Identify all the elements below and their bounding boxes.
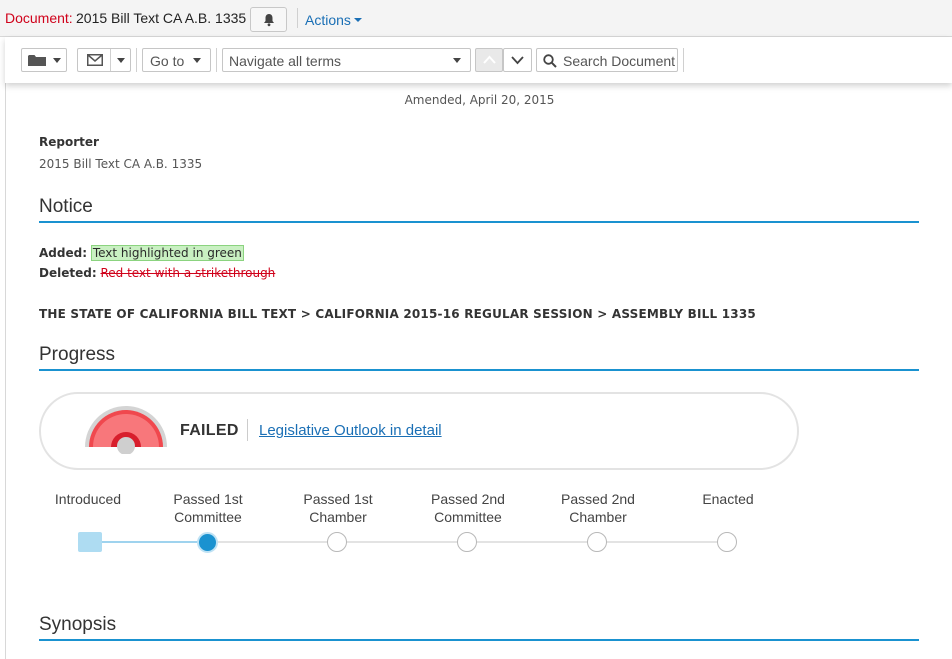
stage-introduced: Introduced	[28, 490, 148, 508]
progress-heading: Progress	[39, 344, 116, 365]
chevron-up-icon	[483, 55, 496, 64]
chevron-down-icon	[453, 58, 461, 63]
search-document-button[interactable]: Search Document	[536, 48, 678, 72]
mail-icon	[87, 54, 103, 66]
chevron-down-icon	[353, 18, 362, 22]
goto-label: Go to	[150, 53, 185, 69]
stage-label-line1: Enacted	[702, 491, 754, 507]
stage-label-line2: Committee	[174, 509, 242, 525]
deleted-sample: Red text with a strikethrough	[100, 266, 276, 280]
toolbar-divider	[216, 48, 217, 72]
reporter-heading: Reporter	[39, 135, 99, 149]
stage-label-line2: Chamber	[309, 509, 367, 525]
stage-passed-2nd-committee: Passed 2nd Committee	[408, 490, 528, 526]
actions-menu[interactable]: Actions	[305, 12, 362, 28]
status-failed: FAILED	[180, 422, 239, 439]
stage-passed-2nd-chamber: Passed 2nd Chamber	[538, 490, 658, 526]
chevron-down-icon[interactable]	[117, 58, 125, 63]
stage-label-line2: Committee	[434, 509, 502, 525]
stage-label-line1: Passed 2nd	[431, 491, 505, 507]
added-label: Added:	[39, 246, 87, 260]
bell-icon	[264, 14, 274, 27]
stage-label-line1: Passed 1st	[173, 491, 243, 507]
previous-term-button[interactable]	[475, 48, 503, 72]
search-icon	[543, 54, 557, 68]
progress-node-passed-2nd-chamber	[587, 532, 607, 552]
search-document-label: Search Document	[563, 53, 676, 69]
progress-node-current	[197, 532, 218, 553]
chevron-down-icon	[53, 58, 61, 63]
progress-node-enacted	[717, 532, 737, 552]
navigate-terms-value: Navigate all terms	[229, 53, 342, 69]
document-label: Document:	[5, 10, 73, 26]
synopsis-divider	[39, 639, 919, 641]
added-sample: Text highlighted in green	[90, 245, 244, 261]
header-divider	[297, 8, 298, 28]
next-term-button[interactable]	[503, 48, 532, 72]
folder-icon	[28, 55, 46, 66]
document-header: Document: 2015 Bill Text CA A.B. 1335 Ac…	[0, 0, 952, 37]
progress-node-introduced	[78, 532, 102, 552]
stage-enacted: Enacted	[668, 490, 788, 508]
progress-node-passed-1st-chamber	[327, 532, 347, 552]
email-split-button[interactable]	[77, 48, 131, 72]
stage-passed-1st-chamber: Passed 1st Chamber	[278, 490, 398, 526]
button-split-divider	[110, 49, 111, 71]
stage-label-line1: Passed 2nd	[561, 491, 635, 507]
document-path: THE STATE OF CALIFORNIA BILL TEXT > CALI…	[39, 307, 756, 321]
toolbar-divider	[683, 48, 684, 72]
folder-dropdown[interactable]	[21, 48, 67, 72]
toolbar-divider	[136, 48, 137, 72]
goto-dropdown[interactable]: Go to	[142, 48, 211, 72]
added-legend: Added: Text highlighted in green	[39, 245, 244, 261]
status-divider	[247, 419, 248, 441]
notice-divider	[39, 221, 919, 223]
notice-heading: Notice	[39, 196, 93, 217]
progress-divider	[39, 369, 919, 371]
legislative-outlook-link[interactable]: Legislative Outlook in detail	[259, 422, 442, 439]
legislative-outlook-card: FAILED Legislative Outlook in detail	[39, 392, 799, 470]
gauge-icon	[85, 406, 167, 454]
alert-button[interactable]	[250, 7, 287, 32]
stage-label-line2: Chamber	[569, 509, 627, 525]
chevron-down-icon	[193, 58, 201, 63]
document-body: Amended, April 20, 2015 Reporter 2015 Bi…	[5, 83, 952, 659]
document-toolbar: Go to Navigate all terms Search Document	[5, 37, 952, 83]
reporter-value: 2015 Bill Text CA A.B. 1335	[39, 157, 203, 171]
progress-node-passed-2nd-committee	[457, 532, 477, 552]
deleted-label: Deleted:	[39, 266, 97, 280]
document-title: 2015 Bill Text CA A.B. 1335	[76, 10, 247, 26]
stage-label-line1: Passed 1st	[303, 491, 373, 507]
stage-label-line1: Introduced	[54, 491, 122, 507]
synopsis-heading: Synopsis	[39, 614, 117, 635]
stage-passed-1st-committee: Passed 1st Committee	[148, 490, 268, 526]
chevron-down-icon	[511, 56, 524, 65]
navigate-terms-select[interactable]: Navigate all terms	[222, 48, 471, 72]
amended-date: Amended, April 20, 2015	[404, 93, 555, 107]
progress-track-completed	[90, 541, 208, 543]
deleted-legend: Deleted: Red text with a strikethrough	[39, 266, 275, 280]
